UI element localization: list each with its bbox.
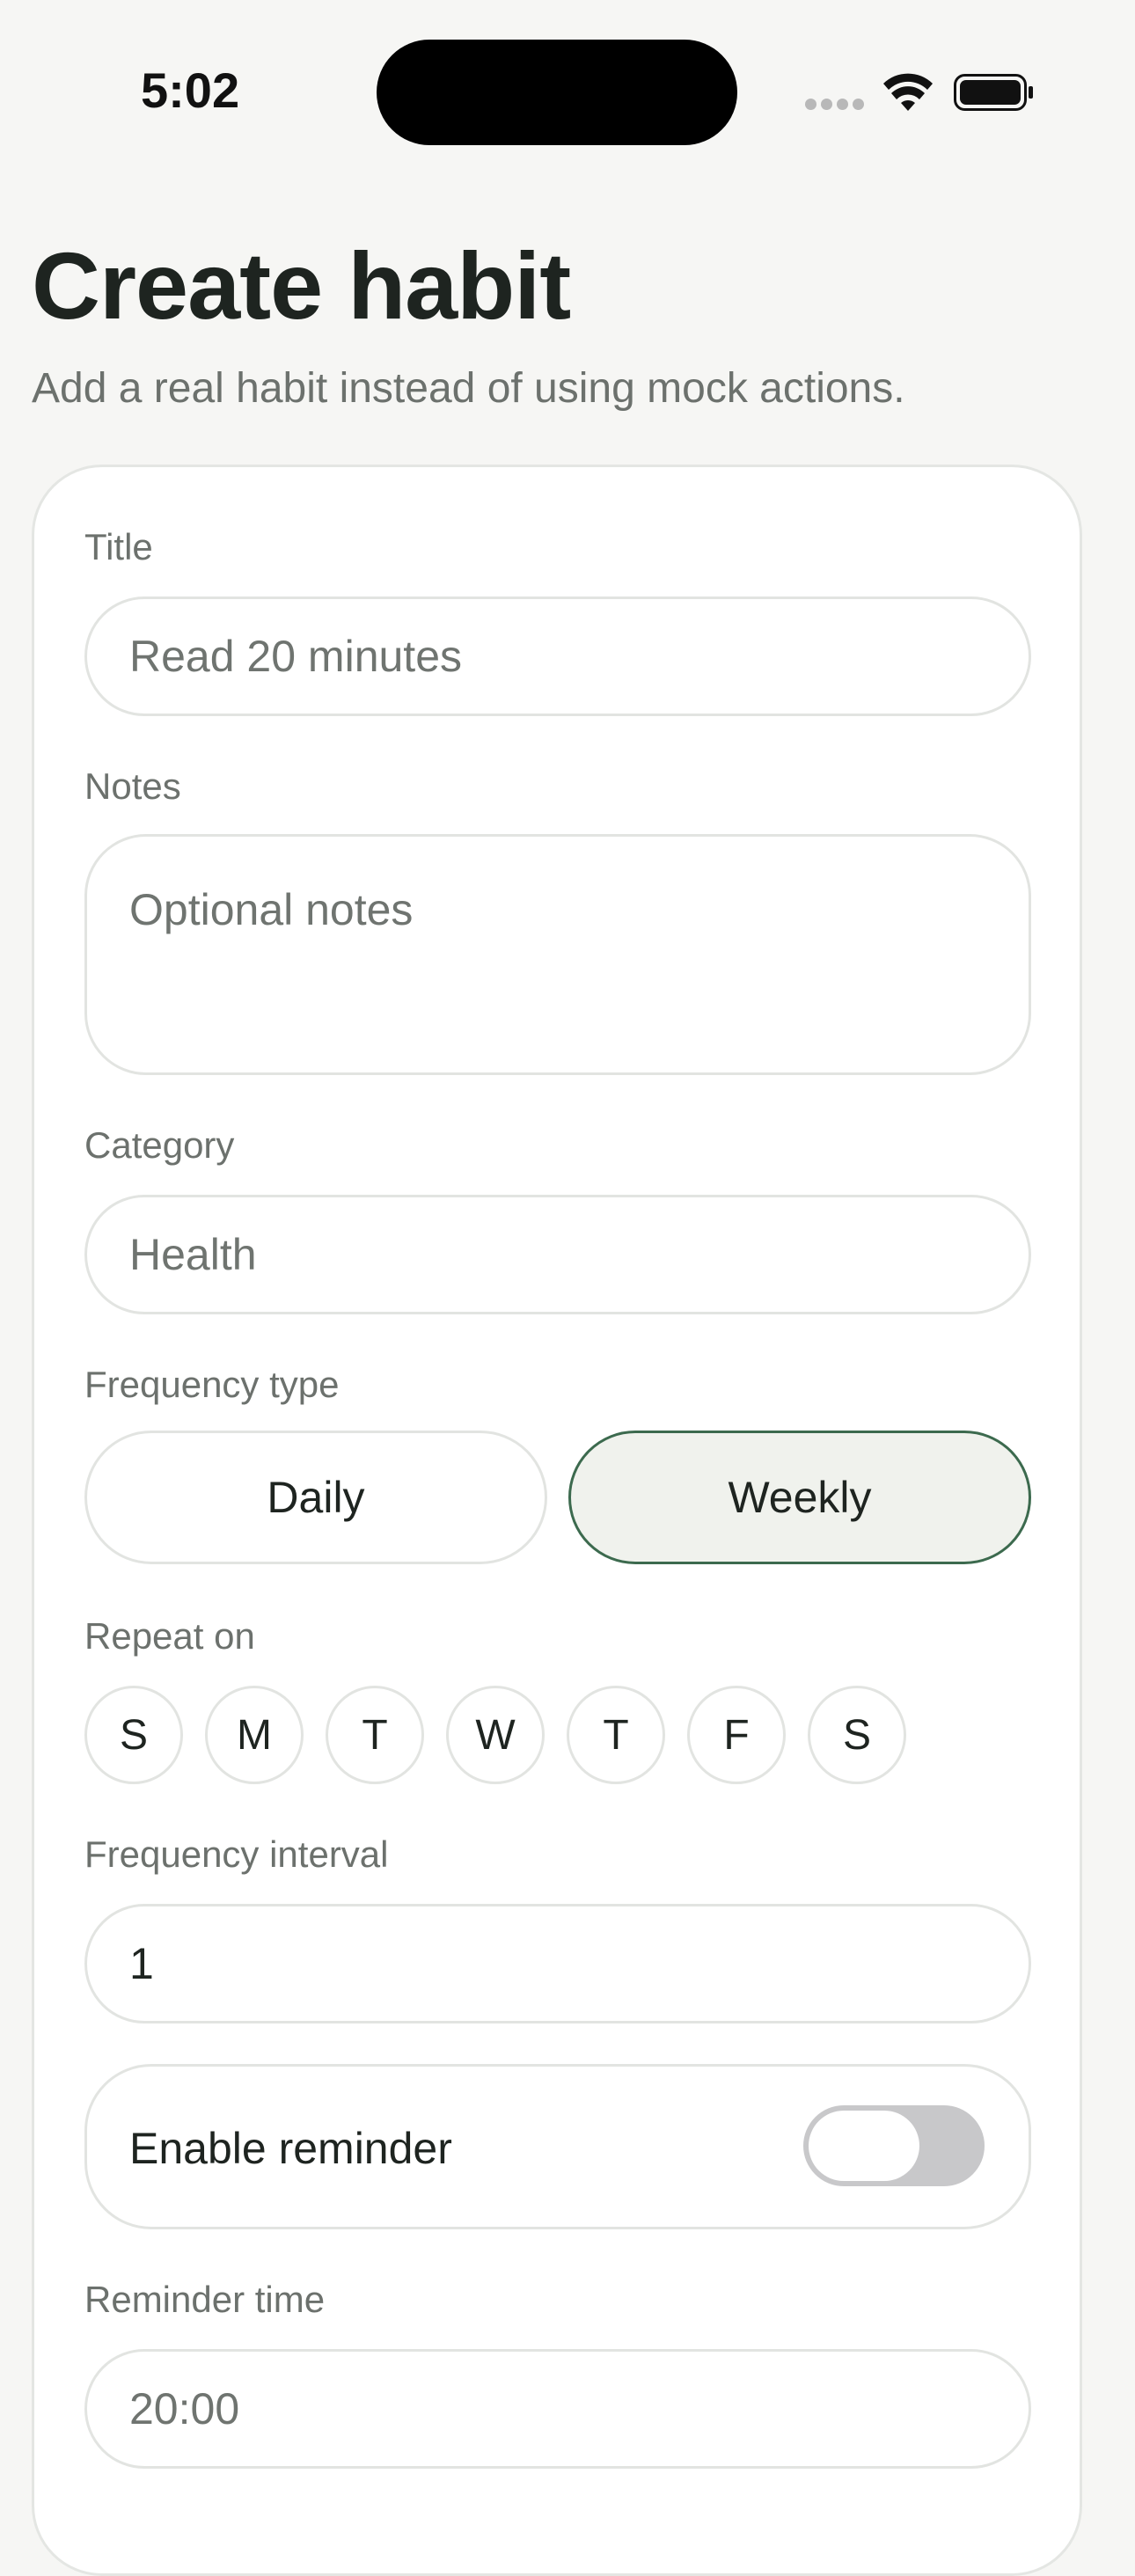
- notes-placeholder: Optional notes: [129, 885, 414, 934]
- wifi-icon: [883, 73, 933, 111]
- dynamic-island: [377, 40, 737, 145]
- page-subtitle: Add a real habit instead of using mock a…: [32, 365, 905, 412]
- frequency-weekly-label: Weekly: [728, 1473, 872, 1522]
- frequency-type-label: Frequency type: [84, 1364, 340, 1405]
- frequency-daily-button[interactable]: Daily: [84, 1431, 547, 1564]
- reminder-row: Enable reminder: [84, 2064, 1031, 2229]
- frequency-weekly-button[interactable]: Weekly: [568, 1431, 1031, 1564]
- frequency-interval-value: 1: [129, 1939, 154, 1988]
- toggle-knob: [809, 2111, 919, 2181]
- category-label: Category: [84, 1124, 235, 1166]
- day-tuesday-button[interactable]: T: [326, 1686, 424, 1784]
- category-input[interactable]: Health: [84, 1195, 1031, 1314]
- frequency-interval-input[interactable]: 1: [84, 1904, 1031, 2023]
- day-saturday-button[interactable]: S: [808, 1686, 906, 1784]
- category-placeholder: Health: [129, 1230, 257, 1279]
- day-thursday-button[interactable]: T: [567, 1686, 665, 1784]
- day-sunday-button[interactable]: S: [84, 1686, 183, 1784]
- status-bar: 5:02: [0, 0, 1135, 176]
- status-time: 5:02: [141, 62, 240, 118]
- reminder-time-label: Reminder time: [84, 2279, 326, 2320]
- notes-textarea[interactable]: Optional notes: [84, 834, 1031, 1075]
- reminder-label: Enable reminder: [129, 2124, 452, 2173]
- day-wednesday-button[interactable]: W: [446, 1686, 545, 1784]
- title-placeholder: Read 20 minutes: [129, 632, 463, 681]
- reminder-time-value: 20:00: [129, 2384, 240, 2433]
- page-title: Create habit: [32, 232, 571, 339]
- repeat-on-label: Repeat on: [84, 1615, 255, 1657]
- day-friday-button[interactable]: F: [687, 1686, 786, 1784]
- notes-label: Notes: [84, 765, 181, 807]
- frequency-daily-label: Daily: [267, 1473, 365, 1522]
- battery-icon: [954, 74, 1033, 111]
- reminder-time-input[interactable]: 20:00: [84, 2349, 1031, 2469]
- frequency-interval-label: Frequency interval: [84, 1833, 389, 1875]
- reminder-toggle[interactable]: [803, 2105, 985, 2186]
- cellular-dots-icon: [805, 99, 865, 113]
- title-label: Title: [84, 526, 153, 567]
- title-input[interactable]: Read 20 minutes: [84, 596, 1031, 716]
- day-monday-button[interactable]: M: [205, 1686, 304, 1784]
